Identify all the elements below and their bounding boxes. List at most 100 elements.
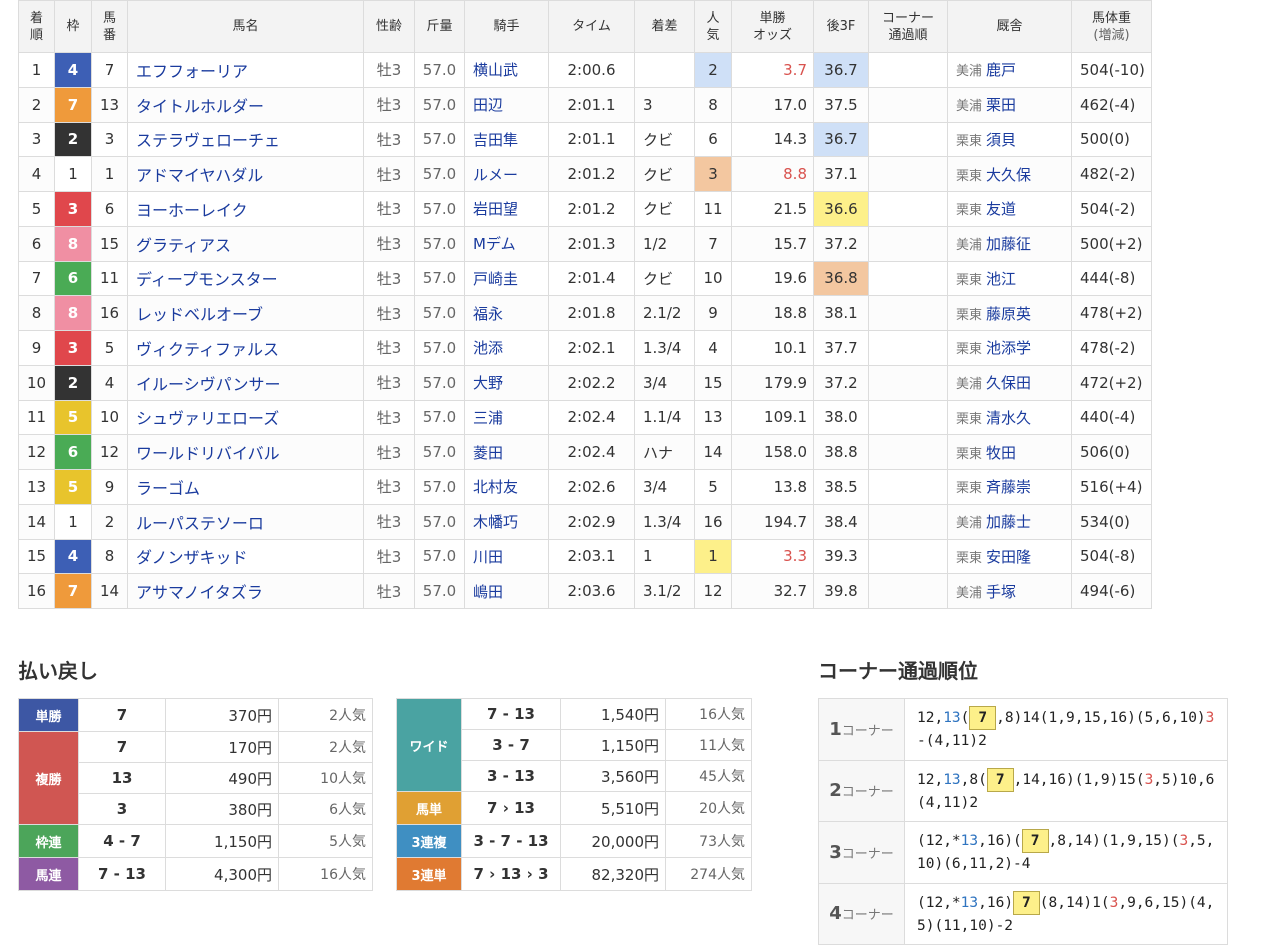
header-corner-order[interactable]: コーナー 通過順 — [868, 0, 948, 53]
horse-name-link[interactable]: ワールドリバイバル — [136, 444, 280, 463]
jockey-link[interactable]: 三浦 — [473, 409, 503, 427]
jockey-link[interactable]: 池添 — [473, 339, 503, 357]
stable-cell: 栗東 牧田 — [947, 434, 1072, 470]
odds-cell: 19.6 — [731, 260, 814, 297]
trainer-link[interactable]: 池添学 — [986, 339, 1031, 357]
table-row[interactable]: 15 4 8 ダノンザキッド 牡3 57.0 川田 2:03.1 1 1 3.3 39.3 栗東 安田隆 5… — [18, 538, 1152, 575]
header-time[interactable]: タイム — [548, 0, 635, 53]
table-row[interactable]: 11 5 10 シュヴァリエローズ 牡3 57.0 三浦 2:02.4 1.1/4 13 109.1… — [18, 399, 1152, 436]
rank-cell: 13 — [18, 469, 55, 505]
jockey-link[interactable]: ルメー — [473, 166, 518, 184]
header-sex-age[interactable]: 性齢 — [363, 0, 415, 53]
odds-cell: 158.0 — [731, 434, 814, 470]
horse-name-link[interactable]: アドマイヤハダル — [136, 166, 263, 185]
margin-cell: クビ — [634, 121, 695, 158]
horse-name-link[interactable]: ダノンザキッド — [136, 548, 248, 567]
jockey-link[interactable]: 北村友 — [473, 478, 518, 496]
trainer-link[interactable]: 斉藤崇 — [986, 478, 1031, 496]
trainer-link[interactable]: 須貝 — [986, 131, 1016, 149]
trainer-link[interactable]: 加藤士 — [986, 513, 1031, 531]
header-odds[interactable]: 単勝 オッズ — [731, 0, 814, 53]
trainer-link[interactable]: 池江 — [986, 270, 1016, 288]
jockey-link[interactable]: 吉田隼 — [473, 131, 518, 149]
weight-cell: 57.0 — [414, 86, 465, 123]
header-popularity[interactable]: 人気 — [694, 0, 732, 53]
horse-name-link[interactable]: ディープモンスター — [136, 270, 278, 289]
body-weight-cell: 506(0) — [1071, 434, 1152, 470]
trainer-link[interactable]: 大久保 — [986, 166, 1031, 184]
corner-order-text: 12,13,8(7,14,16)(1,9)15(3,5)10,6(4,11)2 — [904, 759, 1228, 822]
table-row[interactable]: 2 7 13 タイトルホルダー 牡3 57.0 田辺 2:01.1 3 8 17.0 37.5 美浦 栗田… — [18, 86, 1152, 123]
jockey-link[interactable]: 岩田望 — [473, 200, 518, 218]
stable-cell: 栗東 須貝 — [947, 121, 1072, 158]
header-jockey[interactable]: 騎手 — [464, 0, 549, 53]
header-horse-name[interactable]: 馬名 — [127, 0, 364, 53]
horse-name-link[interactable]: イルーシヴパンサー — [136, 375, 280, 394]
jockey-link[interactable]: 川田 — [473, 548, 503, 566]
jockey-link[interactable]: Mデム — [473, 235, 516, 253]
header-stable[interactable]: 厩舎 — [947, 0, 1072, 53]
table-row[interactable]: 8 8 16 レッドベルオーブ 牡3 57.0 福永 2:01.8 2.1/2 9 18.8 38.1… — [18, 295, 1152, 331]
horse-name-link[interactable]: ヴィクティファルス — [136, 340, 279, 359]
table-row[interactable]: 4 1 1 アドマイヤハダル 牡3 57.0 ルメー 2:01.2 クビ 3 8.8 37.1 栗東 大久… — [18, 156, 1152, 192]
table-row[interactable]: 9 3 5 ヴィクティファルス 牡3 57.0 池添 2:02.1 1.3/4 4 10.1 37.7… — [18, 330, 1152, 366]
last-3f-cell: 38.1 — [813, 295, 869, 331]
horse-name-link[interactable]: ステラヴェローチェ — [136, 131, 280, 150]
jockey-link[interactable]: 木幡巧 — [473, 513, 518, 531]
header-weight[interactable]: 斤量 — [414, 0, 465, 53]
jockey-cell: 戸崎圭 — [464, 260, 549, 297]
jockey-link[interactable]: 戸崎圭 — [473, 270, 518, 288]
header-margin[interactable]: 着差 — [634, 0, 695, 53]
stable-cell: 栗東 大久保 — [947, 156, 1072, 192]
horse-name-link[interactable]: ヨーホーレイク — [136, 201, 248, 220]
payout-row: 3連単 7 › 13 › 3 82,320円 274人気 — [396, 857, 752, 891]
header-waku[interactable]: 枠 — [54, 0, 92, 53]
jockey-link[interactable]: 福永 — [473, 305, 503, 323]
weight-cell: 57.0 — [414, 434, 465, 470]
horse-name-cell: レッドベルオーブ — [127, 295, 364, 331]
jockey-link[interactable]: 菱田 — [473, 444, 503, 462]
table-row[interactable]: 14 1 2 ルーパステソーロ 牡3 57.0 木幡巧 2:02.9 1.3/4 16 194.7 3… — [18, 503, 1152, 540]
table-row[interactable]: 1 4 7 エフフォーリア 牡3 57.0 横山武 2:00.6 2 3.7 36.7 美浦 鹿戸 504… — [18, 52, 1152, 88]
table-row[interactable]: 3 2 3 ステラヴェローチェ 牡3 57.0 吉田隼 2:01.1 クビ 6 14.3 36.7 栗東… — [18, 121, 1152, 158]
table-row[interactable]: 12 6 12 ワールドリバイバル 牡3 57.0 菱田 2:02.4 ハナ 14 158.0 38.… — [18, 434, 1152, 470]
trainer-link[interactable]: 藤原英 — [986, 305, 1031, 323]
table-row[interactable]: 6 8 15 グラティアス 牡3 57.0 Mデム 2:01.3 1/2 7 15.7 37.2 美浦加… — [18, 225, 1152, 262]
header-horse-number[interactable]: 馬番 — [91, 0, 128, 53]
trainer-link[interactable]: 栗田 — [986, 96, 1016, 114]
header-last-3f[interactable]: 後3F — [813, 0, 869, 53]
jockey-link[interactable]: 横山武 — [473, 61, 518, 79]
horse-name-link[interactable]: グラティアス — [136, 236, 231, 255]
table-row[interactable]: 7 6 11 ディープモンスター 牡3 57.0 戸崎圭 2:01.4 クビ 10 19.6 36.8… — [18, 260, 1152, 297]
trainer-link[interactable]: 加藤征 — [986, 235, 1031, 253]
table-row[interactable]: 5 3 6 ヨーホーレイク 牡3 57.0 岩田望 2:01.2 クビ 11 21.5 36.6 栗東友… — [18, 191, 1152, 227]
trainer-link[interactable]: 牧田 — [986, 444, 1016, 462]
horse-name-link[interactable]: ルーパステソーロ — [136, 514, 264, 533]
payout-popularity: 20人気 — [665, 791, 752, 825]
trainer-link[interactable]: 安田隆 — [986, 548, 1031, 566]
rank-cell: 6 — [18, 225, 55, 262]
header-rank[interactable]: 着順 — [18, 0, 55, 53]
horse-name-link[interactable]: ラーゴム — [136, 479, 200, 498]
jockey-link[interactable]: 大野 — [473, 374, 503, 392]
trainer-link[interactable]: 清水久 — [986, 409, 1031, 427]
trainer-link[interactable]: 手塚 — [986, 583, 1016, 601]
horse-name-link[interactable]: エフフォーリア — [136, 62, 248, 81]
header-body-weight[interactable]: 馬体重 (増減) — [1071, 0, 1152, 53]
odds-cell: 109.1 — [731, 399, 814, 436]
horse-number-cell: 3 — [91, 121, 128, 158]
horse-name-link[interactable]: アサマノイタズラ — [136, 583, 263, 602]
table-row[interactable]: 16 7 14 アサマノイタズラ 牡3 57.0 嶋田 2:03.6 3.1/2 12 32.7 39… — [18, 573, 1152, 609]
horse-name-link[interactable]: シュヴァリエローズ — [136, 409, 279, 428]
jockey-link[interactable]: 嶋田 — [473, 583, 503, 601]
corner-order-cell — [868, 538, 948, 575]
trainer-link[interactable]: 久保田 — [986, 374, 1031, 392]
trainer-link[interactable]: 鹿戸 — [986, 61, 1016, 79]
jockey-link[interactable]: 田辺 — [473, 96, 503, 114]
table-row[interactable]: 10 2 4 イルーシヴパンサー 牡3 57.0 大野 2:02.2 3/4 15 179.9 37.… — [18, 364, 1152, 401]
body-weight-cell: 504(-10) — [1071, 52, 1152, 88]
table-row[interactable]: 13 5 9 ラーゴム 牡3 57.0 北村友 2:02.6 3/4 5 13.8 38.5 栗東 斉藤崇… — [18, 469, 1152, 505]
horse-name-link[interactable]: レッドベルオーブ — [136, 305, 263, 324]
horse-name-link[interactable]: タイトルホルダー — [136, 97, 264, 116]
trainer-link[interactable]: 友道 — [986, 200, 1016, 218]
